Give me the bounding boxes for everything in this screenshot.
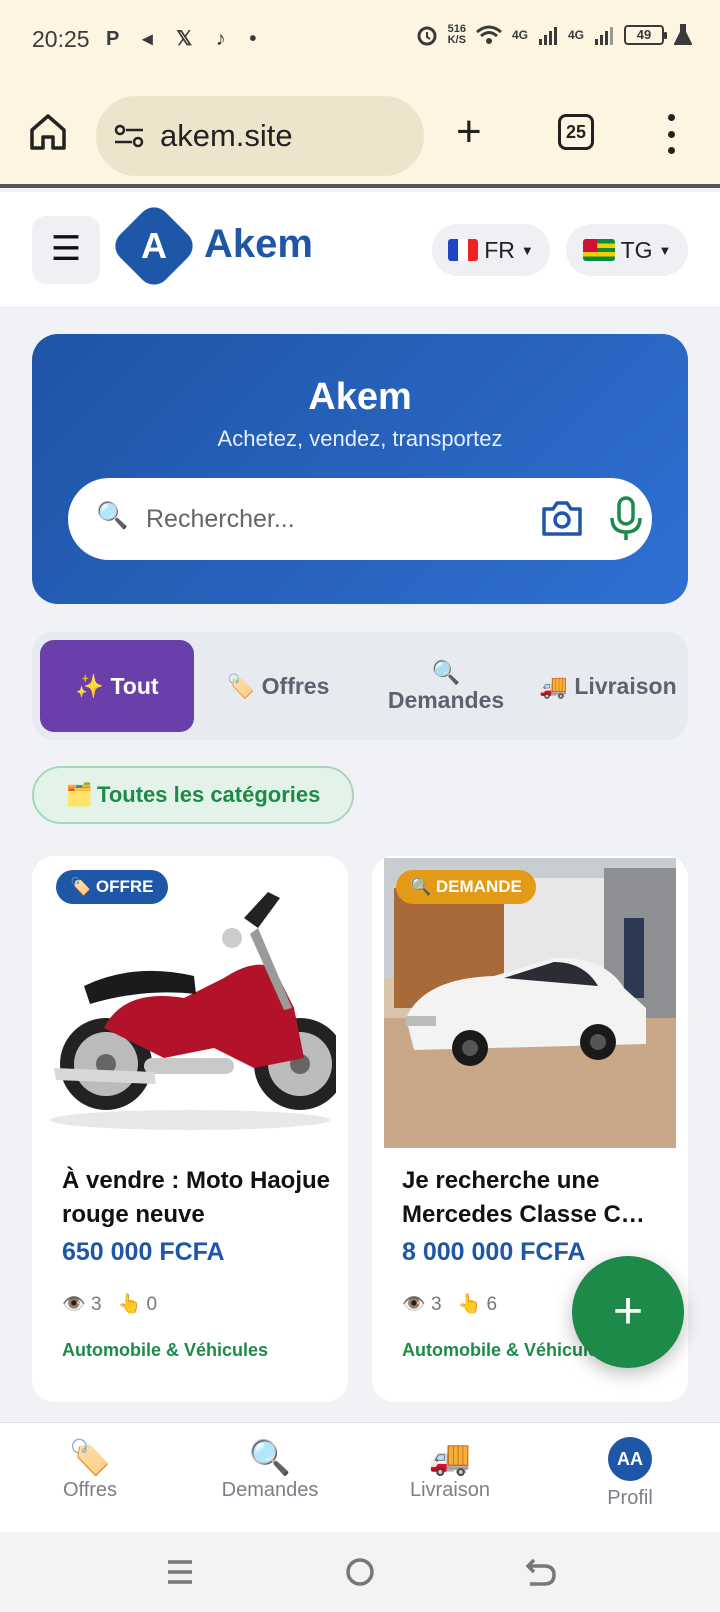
nav-label: Demandes xyxy=(221,1479,319,1501)
logo-letter: A xyxy=(141,225,167,266)
magnifier-icon: 🔍 xyxy=(248,1439,292,1477)
status-right-icons: 516 K/S 4G 4G 49 xyxy=(416,24,692,46)
offre-badge: 🏷️ OFFRE xyxy=(56,870,168,904)
search-input[interactable] xyxy=(146,498,486,540)
nav-profil[interactable]: AA Profil xyxy=(560,1437,700,1510)
home-icon[interactable] xyxy=(28,112,68,152)
tab-switcher-button[interactable]: 25 xyxy=(558,114,594,150)
battery-indicator: 49 xyxy=(624,25,667,45)
listing-stats: 👁️ 3 👆 0 xyxy=(62,1292,157,1316)
nav-offres[interactable]: 🏷️ Offres xyxy=(20,1437,160,1502)
clicks-count: 👆 6 xyxy=(457,1294,498,1315)
pointer-icon: 👆 xyxy=(117,1294,142,1315)
hamburger-menu-button[interactable]: ☰ xyxy=(32,216,100,284)
truck-icon: 🚚 xyxy=(428,1439,472,1477)
address-bar[interactable]: akem.site xyxy=(96,96,424,176)
listing-stats: 👁️ 3 👆 6 xyxy=(402,1292,497,1316)
listing-price: 650 000 FCFA xyxy=(62,1238,225,1266)
language-code: FR xyxy=(484,236,515,263)
hero-title: Akem xyxy=(308,376,412,418)
hero-banner: Akem Achetez, vendez, transportez 🔍 xyxy=(32,334,688,604)
recent-apps-icon[interactable] xyxy=(160,1552,200,1592)
nav-livraison[interactable]: 🚚 Livraison xyxy=(380,1437,520,1502)
tab-label: Livraison xyxy=(574,672,677,699)
eye-icon: 👁️ xyxy=(402,1294,426,1315)
eye-icon: 👁️ xyxy=(62,1294,86,1315)
country-selector[interactable]: TG ▼ xyxy=(566,224,688,276)
truck-icon: 🚚 xyxy=(539,672,568,699)
signal-1-label: 4G xyxy=(511,28,528,42)
browser-toolbar: akem.site + 25 xyxy=(0,84,720,188)
alarm-icon xyxy=(417,26,437,46)
back-icon[interactable] xyxy=(520,1552,560,1592)
language-selector[interactable]: FR ▼ xyxy=(432,224,550,276)
nav-label: Livraison xyxy=(409,1479,491,1501)
wifi-icon xyxy=(476,25,502,44)
tag-icon: 🏷️ xyxy=(68,1439,112,1477)
chevron-down-icon: ▼ xyxy=(658,242,672,258)
nav-label: Offres xyxy=(62,1479,118,1501)
demande-badge: 🔍 DEMANDE xyxy=(396,870,536,904)
signal-icon xyxy=(595,27,613,45)
search-bar: 🔍 xyxy=(68,478,652,560)
tab-label: Offres xyxy=(261,672,330,699)
category-chip-label: Toutes les catégories xyxy=(97,782,321,807)
france-flag-icon xyxy=(448,239,479,261)
brand-name[interactable]: Akem xyxy=(204,222,313,267)
flask-icon xyxy=(674,24,692,45)
country-code: TG xyxy=(620,236,653,263)
chevron-down-icon: ▼ xyxy=(520,242,534,258)
togo-flag-icon xyxy=(582,239,615,261)
notification-icons: P ◂ 𝕏 ♪ • xyxy=(106,28,266,50)
tab-label: Demandes xyxy=(387,687,505,713)
network-speed: 516 K/S xyxy=(447,23,466,46)
new-tab-icon[interactable]: + xyxy=(456,110,482,154)
views-count: 👁️ 3 xyxy=(62,1294,102,1315)
clicks-count: 👆 0 xyxy=(117,1294,158,1315)
url-text: akem.site xyxy=(160,118,293,153)
category-filter-chip[interactable]: 🗂️ Toutes les catégories xyxy=(32,766,354,824)
listing-price: 8 000 000 FCFA xyxy=(402,1238,586,1266)
more-menu-icon[interactable] xyxy=(666,114,676,154)
tab-demandes[interactable]: 🔍 Demandes xyxy=(366,640,526,732)
listing-category: Automobile & Véhicules xyxy=(402,1340,609,1360)
microphone-icon[interactable] xyxy=(608,496,644,542)
status-time: 20:25 xyxy=(32,26,90,52)
signal-icon xyxy=(538,27,557,45)
app-header: ☰ A Akem FR ▼ TG ▼ xyxy=(0,192,720,308)
add-listing-button[interactable]: + xyxy=(572,1256,684,1368)
listing-card[interactable]: 🏷️ OFFRE À vendre : Moto Haojue rouge ne… xyxy=(32,856,348,1402)
avatar: AA xyxy=(608,1437,652,1481)
filter-tabs: ✨ Tout 🏷️ Offres 🔍 Demandes 🚚 Livraison xyxy=(32,632,688,740)
listing-category: Automobile & Véhicules xyxy=(62,1340,269,1360)
bottom-navigation: 🏷️ Offres 🔍 Demandes 🚚 Livraison AA Prof… xyxy=(0,1422,720,1532)
system-navigation-bar xyxy=(0,1532,720,1612)
signal-2-label: 4G xyxy=(567,28,584,42)
listing-title: À vendre : Moto Haojue rouge neuve xyxy=(62,1167,331,1228)
home-circle-icon[interactable] xyxy=(340,1552,380,1592)
tab-label: Tout xyxy=(110,672,159,699)
site-settings-icon[interactable] xyxy=(114,123,144,149)
magnifier-icon: 🔍 xyxy=(431,659,461,685)
listing-title: Je recherche une Mercedes Classe C… xyxy=(402,1167,645,1228)
camera-icon[interactable] xyxy=(540,498,584,538)
pointer-icon: 👆 xyxy=(457,1294,482,1315)
tab-offres[interactable]: 🏷️ Offres xyxy=(208,640,348,732)
views-count: 👁️ 3 xyxy=(402,1294,442,1315)
status-bar: 20:25 P ◂ 𝕏 ♪ • 516 K/S 4G 4G 49 xyxy=(0,0,720,84)
hero-subtitle: Achetez, vendez, transportez xyxy=(217,426,503,451)
tab-tout[interactable]: ✨ Tout xyxy=(40,640,194,732)
folder-icon: 🗂️ xyxy=(65,782,94,807)
nav-demandes[interactable]: 🔍 Demandes xyxy=(200,1437,340,1502)
search-icon: 🔍 xyxy=(96,500,129,530)
sparkles-icon: ✨ xyxy=(75,672,105,699)
tag-icon: 🏷️ xyxy=(226,672,256,699)
tab-livraison[interactable]: 🚚 Livraison xyxy=(530,640,686,732)
nav-label: Profil xyxy=(607,1487,653,1509)
